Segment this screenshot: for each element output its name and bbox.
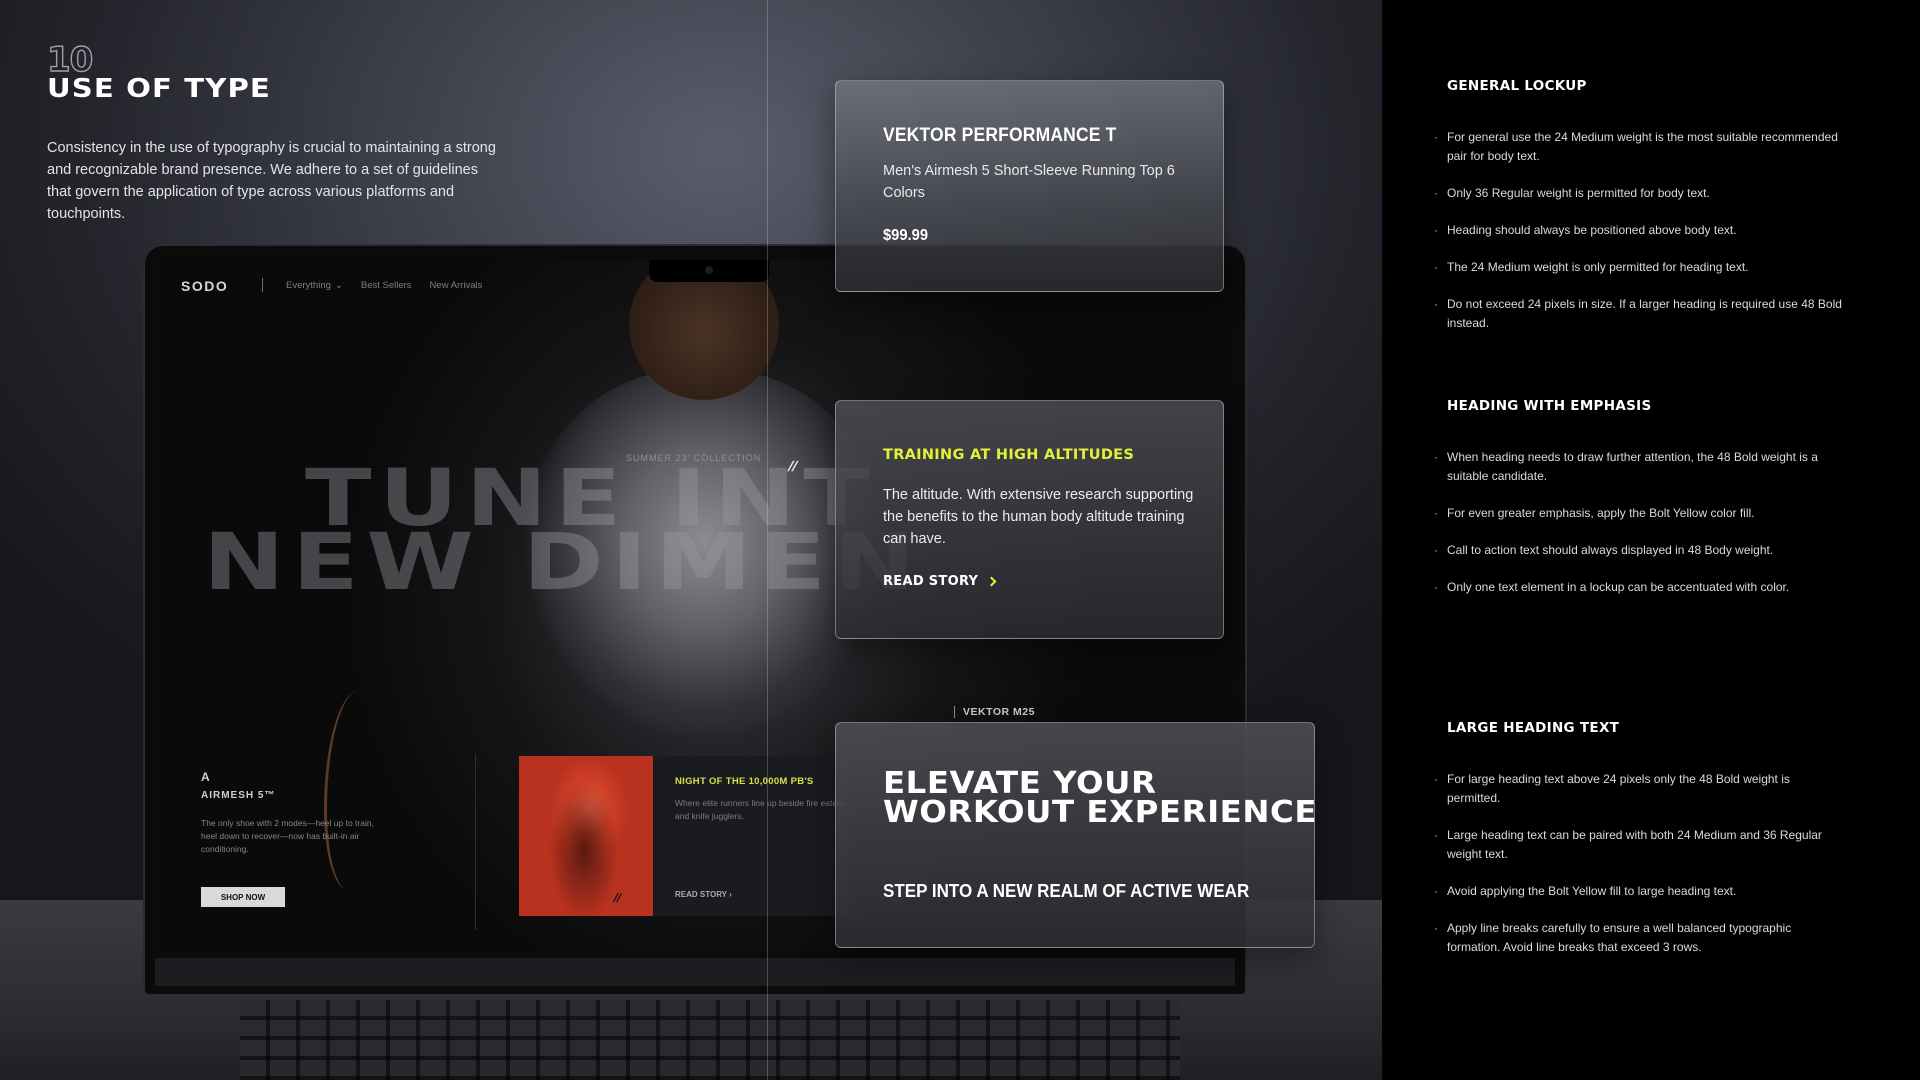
shop-now-button[interactable]: SHOP NOW: [201, 887, 285, 907]
story-title: NIGHT OF THE 10,000M PB'S: [675, 776, 814, 787]
guideline-item: For even greater emphasis, apply the Bol…: [1434, 504, 1844, 523]
guideline-item: For general use the 24 Medium weight is …: [1434, 128, 1844, 166]
guideline-item: When heading needs to draw further atten…: [1434, 448, 1844, 486]
large-heading-subtitle: STEP INTO A NEW REALM OF ACTIVE WEAR: [883, 880, 1250, 901]
guideline-list: When heading needs to draw further atten…: [1434, 448, 1844, 615]
emphasis-card: TRAINING AT HIGH ALTITUDES The altitude.…: [835, 400, 1224, 639]
laptop-keyboard: [240, 1000, 1180, 1080]
guideline-item: Heading should always be positioned abov…: [1434, 221, 1844, 240]
product-card-price: $99.99: [883, 227, 929, 244]
guideline-list: For general use the 24 Medium weight is …: [1434, 128, 1844, 351]
runner-figure: [549, 776, 619, 916]
laptop-hinge: [155, 958, 1235, 986]
nav-item-everything[interactable]: Everything ⌄: [286, 280, 343, 291]
guideline-list: For large heading text above 24 pixels o…: [1434, 770, 1844, 975]
emphasis-card-title: TRAINING AT HIGH ALTITUDES: [883, 447, 1135, 463]
guideline-title: HEADING WITH EMPHASIS: [1447, 398, 1652, 414]
story-description: Where elite runners line up beside fire …: [675, 798, 845, 821]
guideline-item: Large heading text can be paired with bo…: [1434, 826, 1844, 864]
product-description: The only shoe with 2 modes—heel up to tr…: [201, 818, 374, 854]
guideline-item: Only one text element in a lockup can be…: [1434, 578, 1844, 597]
guideline-item: Call to action text should always displa…: [1434, 541, 1844, 560]
guideline-item: Do not exceed 24 pixels in size. If a la…: [1434, 295, 1844, 333]
guideline-item: Avoid applying the Bolt Yellow fill to l…: [1434, 882, 1844, 901]
large-heading-title: ELEVATE YOUR WORKOUT EXPERIENCE: [883, 766, 1317, 830]
product-logo-icon: A: [201, 770, 210, 784]
guideline-item: For large heading text above 24 pixels o…: [1434, 770, 1844, 808]
camera-notch: [649, 260, 769, 282]
hero-heading-line-2: NEW DIMEN: [203, 518, 923, 608]
nav-item-best-sellers[interactable]: Best Sellers: [361, 280, 412, 291]
chevron-down-icon: ⌄: [334, 280, 343, 291]
presentation-stage: 10 USE OF TYPE Consistency in the use of…: [0, 0, 1382, 1080]
chevron-right-icon: ›: [729, 890, 732, 899]
product-name: AIRMESH 5™: [201, 790, 276, 801]
large-heading-card: ELEVATE YOUR WORKOUT EXPERIENCE STEP INT…: [835, 722, 1316, 948]
guidelines-panel: GENERAL LOCKUP For general use the 24 Me…: [1382, 0, 1920, 1080]
jump-rope: [324, 690, 384, 890]
section-divider: [475, 754, 476, 930]
product-tag: VEKTOR M25: [954, 706, 1035, 718]
guideline-title: LARGE HEADING TEXT: [1447, 720, 1620, 736]
camera-icon: [705, 266, 713, 274]
chevron-right-icon: [986, 576, 997, 587]
guideline-item: The 24 Medium weight is only permitted f…: [1434, 258, 1844, 277]
emphasis-card-body: The altitude. With extensive research su…: [883, 487, 1194, 547]
guideline-item: Apply line breaks carefully to ensure a …: [1434, 919, 1844, 957]
product-card-title: VEKTOR PERFORMANCE T: [883, 125, 1117, 146]
site-logo[interactable]: SODO: [181, 278, 228, 294]
story-image: //: [519, 756, 653, 916]
nav-item-new-arrivals[interactable]: New Arrivals: [430, 280, 483, 291]
read-story-button[interactable]: READ STORY: [883, 574, 997, 589]
product-card: VEKTOR PERFORMANCE T Men's Airmesh 5 Sho…: [835, 80, 1224, 292]
guideline-title: GENERAL LOCKUP: [1447, 78, 1587, 94]
product-card-subtitle: Men's Airmesh 5 Short-Sleeve Running Top…: [883, 163, 1175, 201]
section-title: USE OF TYPE: [47, 74, 271, 104]
story-card[interactable]: // NIGHT OF THE 10,000M PB'S Where elite…: [519, 756, 849, 916]
site-nav: Everything ⌄ Best Sellers New Arrivals: [286, 280, 482, 291]
read-story-link[interactable]: READ STORY ›: [675, 890, 732, 899]
guide-line: [767, 0, 768, 1080]
guideline-item: Only 36 Regular weight is permitted for …: [1434, 184, 1844, 203]
section-intro: Consistency in the use of typography is …: [47, 140, 496, 222]
nav-divider: [262, 278, 263, 292]
